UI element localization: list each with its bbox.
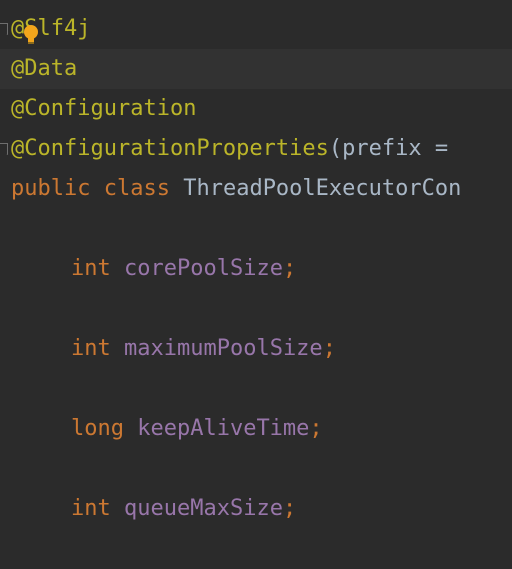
annotation-with-params: @ConfigurationProperties(prefix = [11, 129, 448, 169]
annotation-name: Configuration [24, 96, 197, 121]
field-type: int [71, 256, 111, 281]
field-declaration: int corePoolSize; [71, 249, 296, 289]
field-type: int [71, 336, 111, 361]
semicolon: ; [282, 496, 297, 521]
field-declaration: int maximumPoolSize; [71, 329, 336, 369]
code-line[interactable]: @Data [0, 49, 512, 89]
keyword-class: class [103, 176, 170, 201]
code-line[interactable]: @Slf4j [0, 9, 512, 49]
class-declaration: public class ThreadPoolExecutorCon [11, 169, 461, 209]
code-line[interactable]: @Configuration [0, 89, 512, 129]
annotation-param: prefix = [342, 136, 449, 161]
annotation: @Data [11, 49, 77, 89]
semicolon: ; [309, 416, 323, 441]
code-line[interactable]: @ConfigurationProperties(prefix = [0, 129, 512, 169]
keyword-public: public [11, 176, 91, 201]
fold-marker-icon[interactable] [0, 143, 8, 155]
code-line[interactable]: public class ThreadPoolExecutorCon [0, 169, 512, 209]
field-name: corePoolSize [124, 256, 283, 281]
semicolon: ; [322, 336, 336, 361]
fold-marker-icon[interactable] [0, 23, 8, 35]
code-editor[interactable]: @Slf4j @Data @Configuration @Configurati… [0, 0, 512, 569]
annotation-at: @ [11, 56, 25, 81]
annotation-name: ConfigurationProperties [24, 136, 329, 161]
annotation-at: @ [11, 96, 25, 121]
open-paren: ( [328, 136, 343, 161]
field-name: maximumPoolSize [124, 336, 323, 361]
field-declaration: int queueMaxSize; [71, 489, 296, 529]
annotation-name: Data [24, 56, 78, 81]
field-name: queueMaxSize [124, 496, 283, 521]
field-type: long [71, 416, 124, 441]
semicolon: ; [282, 256, 297, 281]
lightbulb-icon[interactable] [22, 24, 40, 46]
field-type: int [71, 496, 111, 521]
annotation: @Configuration [11, 89, 196, 129]
annotation-at: @ [11, 136, 25, 161]
code-line[interactable]: int corePoolSize; [0, 249, 512, 289]
field-name: keepAliveTime [137, 416, 310, 441]
code-line[interactable]: int maximumPoolSize; [0, 329, 512, 369]
code-line[interactable]: int queueMaxSize; [0, 489, 512, 529]
field-declaration: long keepAliveTime; [71, 409, 323, 449]
class-name: ThreadPoolExecutorCon [183, 176, 462, 201]
code-line[interactable]: long keepAliveTime; [0, 409, 512, 449]
